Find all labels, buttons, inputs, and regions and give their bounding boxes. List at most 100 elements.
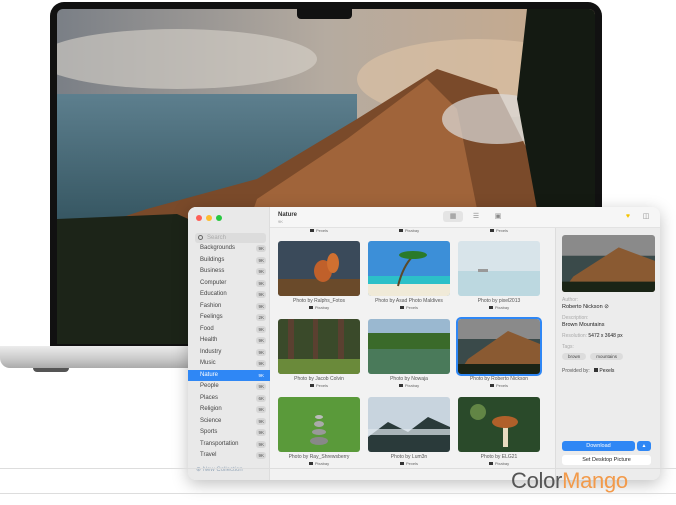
sidebar-item-feelings[interactable]: Feelings 2K bbox=[188, 312, 270, 323]
photo-source: Pexels bbox=[458, 228, 540, 233]
list-view-button[interactable]: ☰ bbox=[466, 211, 486, 222]
minimize-button[interactable] bbox=[206, 215, 212, 221]
description-label: Description: bbox=[562, 315, 589, 321]
laptop-foot bbox=[33, 368, 69, 372]
item-count-badge: 9K bbox=[256, 279, 266, 287]
image-view-button[interactable]: ▣ bbox=[488, 211, 508, 222]
sidebar-item-label: Education bbox=[200, 291, 227, 297]
photo-source: Pexels bbox=[458, 383, 540, 388]
page-title: Nature bbox=[278, 212, 298, 218]
photo-card[interactable]: Photo by pixel2013 Pixabay bbox=[458, 241, 540, 310]
photo-source: Pixabay bbox=[368, 228, 450, 233]
source-icon bbox=[399, 462, 404, 465]
sidebar-item-science[interactable]: Science 9K bbox=[188, 416, 270, 427]
photo-card[interactable]: Photo by Roberto Nickson Pexels bbox=[456, 317, 542, 388]
search-input[interactable]: Search bbox=[195, 233, 266, 243]
photo-source: Pexels bbox=[368, 461, 450, 466]
sidebar-item-label: Business bbox=[200, 268, 225, 274]
detail-panel: Author: Roberto Nickson ⊘ Description: B… bbox=[555, 228, 660, 480]
photo-card[interactable]: Photo by Ralphs_Fotos Pixabay bbox=[278, 241, 360, 310]
photo-thumbnail[interactable] bbox=[456, 317, 542, 376]
sidebar-item-transportation[interactable]: Transportation 9K bbox=[188, 439, 270, 450]
app-window: Search Backgrounds 9K Buildings 9K Business 9… bbox=[188, 207, 660, 480]
close-button[interactable] bbox=[196, 215, 202, 221]
source-icon bbox=[488, 462, 493, 465]
zoom-button[interactable] bbox=[216, 215, 222, 221]
photo-source: Pixabay bbox=[368, 383, 450, 388]
photo-source: Pixabay bbox=[458, 461, 540, 466]
source-icon bbox=[308, 306, 313, 309]
sidebar-toggle-button[interactable]: ◫ bbox=[636, 211, 656, 222]
sidebar-item-religion[interactable]: Religion 9K bbox=[188, 404, 270, 415]
sidebar-item-label: Feelings bbox=[200, 314, 223, 320]
download-button[interactable]: Download bbox=[562, 441, 635, 451]
sidebar-item-sports[interactable]: Sports 9K bbox=[188, 427, 270, 438]
item-count-badge: 9K bbox=[256, 268, 266, 275]
sidebar-item-label: Sports bbox=[200, 429, 218, 435]
photo-thumbnail[interactable] bbox=[458, 241, 540, 296]
sidebar-item-people[interactable]: People 9K bbox=[188, 381, 270, 392]
sidebar-item-label: Places bbox=[200, 394, 219, 401]
item-count-badge: 9K bbox=[256, 417, 266, 425]
item-count-badge: 9K bbox=[256, 360, 266, 367]
photo-caption: Photo by Asad Photo Maldives bbox=[375, 298, 443, 304]
sidebar-item-business[interactable]: Business 9K bbox=[188, 266, 270, 277]
sidebar-item-label: Health bbox=[200, 337, 218, 343]
photo-card[interactable]: Photo by ELG21 Pixabay bbox=[458, 397, 540, 466]
tags-label: Tags: bbox=[562, 344, 574, 350]
photo-thumbnail[interactable] bbox=[458, 397, 540, 452]
item-count-badge: 9K bbox=[256, 383, 266, 390]
sidebar-item-buildings[interactable]: Buildings 9K bbox=[188, 255, 270, 266]
source-icon bbox=[398, 384, 403, 387]
photo-thumbnail[interactable] bbox=[278, 241, 360, 296]
sidebar-item-fashion[interactable]: Fashion 9K bbox=[188, 301, 270, 312]
photo-card[interactable]: Photo by Nowaja Pixabay bbox=[368, 319, 450, 388]
photo-thumbnail[interactable] bbox=[278, 397, 360, 452]
item-count-badge: 9K bbox=[256, 406, 266, 413]
photo-thumbnail[interactable] bbox=[368, 319, 450, 374]
provided-by-row: Provided by: Pexels bbox=[562, 368, 615, 374]
sidebar-item-label: Buildings bbox=[200, 256, 225, 263]
sidebar-item-travel[interactable]: Travel 9K bbox=[188, 450, 270, 461]
description-value: Brown Mountains bbox=[562, 322, 605, 328]
photo-source: Pixabay bbox=[278, 305, 360, 310]
photo-caption: Photo by Roberto Nickson bbox=[469, 376, 529, 382]
photo-caption: Photo by ELG21 bbox=[480, 454, 518, 460]
photo-card[interactable]: Photo by Lum3n Pexels bbox=[368, 397, 450, 466]
download-options-button[interactable]: ▲ bbox=[637, 441, 651, 451]
sidebar-item-health[interactable]: Health 9K bbox=[188, 335, 270, 346]
sidebar-item-computer[interactable]: Computer 9K bbox=[188, 278, 270, 289]
item-count-badge: 9K bbox=[256, 245, 266, 252]
sidebar-item-music[interactable]: Music 9K bbox=[188, 358, 270, 369]
photo-thumbnail[interactable] bbox=[278, 319, 360, 374]
author-value: Roberto Nickson ⊘ bbox=[562, 304, 609, 310]
sidebar-item-places[interactable]: Places 6K bbox=[188, 393, 270, 404]
sidebar: Search Backgrounds 9K Buildings 9K Business 9… bbox=[188, 207, 270, 480]
photo-source: Pixabay bbox=[278, 461, 360, 466]
photo-thumbnail[interactable] bbox=[368, 397, 450, 452]
tag[interactable]: mountains bbox=[590, 353, 624, 360]
sidebar-item-education[interactable]: Education 9K bbox=[188, 289, 270, 300]
photo-card[interactable]: Photo by Ray_Shrewsberry Pixabay bbox=[278, 397, 360, 466]
photo-card[interactable]: Photo by Jacob Colvin Pexels bbox=[278, 319, 360, 388]
resolution-value: 5472 x 3648 px bbox=[588, 333, 623, 339]
source-icon bbox=[308, 462, 313, 465]
photo-thumbnail[interactable] bbox=[368, 241, 450, 296]
sidebar-item-label: People bbox=[200, 383, 219, 389]
set-desktop-picture-button[interactable]: Set Desktop Picture bbox=[562, 455, 651, 465]
grid-view-button[interactable]: ▦ bbox=[443, 211, 463, 222]
sidebar-item-nature[interactable]: Nature 9K bbox=[188, 369, 270, 381]
tag[interactable]: brown bbox=[562, 353, 587, 360]
sidebar-item-label: Food bbox=[200, 325, 214, 332]
photo-card[interactable]: Photo by Asad Photo Maldives Pexels bbox=[368, 241, 450, 310]
sidebar-item-food[interactable]: Food 9K bbox=[188, 324, 270, 335]
sidebar-item-industry[interactable]: Industry 9K bbox=[188, 347, 270, 358]
item-count-badge: 9K bbox=[256, 440, 266, 448]
ukraine-heart-icon: ♥ bbox=[625, 213, 631, 220]
pexels-icon bbox=[593, 368, 598, 372]
item-count-badge: 9K bbox=[256, 337, 266, 344]
sidebar-item-label: Music bbox=[200, 360, 216, 366]
photo-caption: Photo by Ray_Shrewsberry bbox=[288, 454, 350, 460]
photo-source: Pixabay bbox=[458, 305, 540, 310]
sidebar-item-backgrounds[interactable]: Backgrounds 9K bbox=[188, 243, 270, 254]
